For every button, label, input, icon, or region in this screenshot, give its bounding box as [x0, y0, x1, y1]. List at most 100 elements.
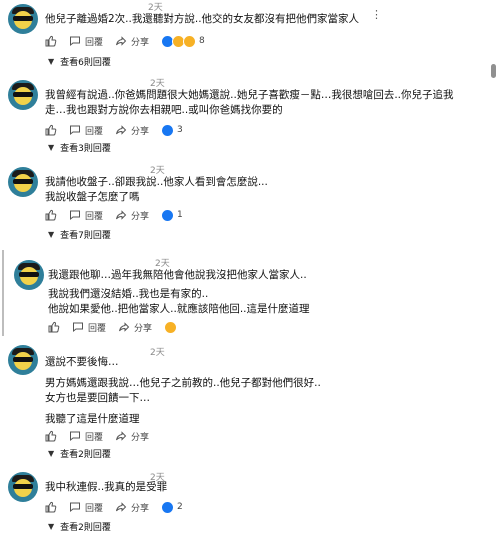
avatar[interactable]: [8, 4, 38, 34]
view-replies-label: 查看2則回覆: [60, 450, 111, 460]
share-icon: [116, 210, 127, 220]
comment-line: 我聽了這是什麼道理: [45, 413, 140, 425]
avatar[interactable]: [14, 260, 44, 290]
reaction-count: 3: [177, 125, 183, 135]
share-button[interactable]: 分享: [115, 35, 149, 48]
reply-button[interactable]: 回覆: [69, 35, 103, 48]
speech-bubble-icon: [70, 502, 80, 513]
avatar[interactable]: [8, 345, 38, 375]
share-icon: [116, 125, 127, 135]
speech-bubble-icon: [70, 36, 80, 47]
reply-button[interactable]: 回覆: [69, 124, 103, 137]
comment-text: 我中秋連假..我真的是受罪: [45, 480, 167, 495]
comment-line: 我還跟他聊…過年我無陪他會他說我沒把他家人當家人..: [48, 269, 307, 281]
reaction-summary[interactable]: 8: [161, 34, 205, 48]
comment-line: 還說不要後悔…: [45, 356, 119, 368]
share-label: 分享: [131, 37, 150, 48]
like-button[interactable]: [45, 209, 57, 221]
share-label: 分享: [131, 503, 150, 514]
comment-item: 2天 還說不要後悔… 男方媽媽還跟我說…他兒子之前教的..他兒子都對他們很好..…: [0, 343, 492, 463]
reply-button[interactable]: 回覆: [69, 209, 103, 222]
view-replies-button[interactable]: ▼ 查看7則回覆: [48, 228, 111, 241]
comment-line: 男方媽媽還跟我說…他兒子之前教的..他兒子都對他們很好..: [45, 377, 321, 389]
thumbs-up-icon: [45, 209, 57, 221]
comment-line: 我曾經有說過..你爸媽問題很大她媽還說..她兒子喜歡瘦－點…我很想嗆回去..你兒…: [45, 89, 454, 101]
reaction-summary[interactable]: [164, 320, 178, 334]
share-icon: [116, 502, 127, 512]
like-reaction-icon: [161, 208, 175, 222]
avatar[interactable]: [8, 80, 38, 110]
comment-text: 我請他收盤子..卻跟我說..他家人看到會怎麼說... 我說收盤子怎麼了嗎: [45, 175, 268, 205]
like-button[interactable]: [45, 430, 57, 442]
share-button[interactable]: 分享: [115, 501, 149, 514]
share-icon: [116, 36, 127, 46]
comment-line: 我說我們還沒結婚..我也是有家的..: [48, 288, 209, 300]
reaction-count: 8: [199, 36, 205, 46]
thumbs-up-icon: [45, 501, 57, 513]
share-label: 分享: [131, 432, 150, 443]
share-label: 分享: [131, 211, 150, 222]
comment-line: 他說如果愛他..把他當家人..就應該陪他回..這是什麼道理: [48, 303, 310, 315]
comment-line: 我請他收盤子..卻跟我說..他家人看到會怎麼說...: [45, 176, 268, 188]
reply-label: 回覆: [85, 503, 104, 514]
comment-line: 女方也是要回饋一下…: [45, 392, 150, 404]
share-button[interactable]: 分享: [115, 124, 149, 137]
comment-item: 2天 他兒子離過婚2次..我還聽對方說..他交的女友都沒有把他們家當家人 回覆 …: [0, 0, 492, 70]
haha-reaction-icon: [164, 320, 178, 334]
share-icon: [116, 431, 127, 441]
thumbs-up-icon: [45, 430, 57, 442]
reply-button[interactable]: 回覆: [69, 430, 103, 443]
share-label: 分享: [131, 126, 150, 137]
comment-item: 2天 我曾經有說過..你爸媽問題很大她媽還說..她兒子喜歡瘦－點…我很想嗆回去.…: [0, 76, 492, 154]
share-button[interactable]: 分享: [115, 430, 149, 443]
speech-bubble-icon: [70, 431, 80, 442]
reply-label: 回覆: [85, 37, 104, 48]
comment-text: 他兒子離過婚2次..我還聽對方說..他交的女友都沒有把他們家當家人: [45, 12, 359, 27]
like-reaction-icon: [161, 123, 175, 137]
view-replies-button[interactable]: ▼ 查看6則回覆: [48, 55, 111, 68]
comment-line: 我中秋連假..我真的是受罪: [45, 481, 168, 493]
reaction-summary[interactable]: 3: [161, 123, 183, 137]
view-replies-label: 查看2則回覆: [60, 523, 111, 533]
like-button[interactable]: [45, 124, 57, 136]
reaction-summary[interactable]: 1: [161, 208, 183, 222]
like-button[interactable]: [45, 501, 57, 513]
thumbs-up-icon: [48, 321, 60, 333]
view-replies-button[interactable]: ▼ 查看2則回覆: [48, 447, 111, 460]
comment-actions: 回覆 分享: [45, 428, 161, 444]
thumbs-up-icon: [45, 35, 57, 47]
view-replies-button[interactable]: ▼ 查看3則回覆: [48, 141, 111, 154]
reaction-summary[interactable]: 2: [161, 500, 183, 514]
share-icon: [119, 322, 130, 332]
reply-label: 回覆: [85, 126, 104, 137]
comment-item: 2天 我請他收盤子..卻跟我說..他家人看到會怎麼說... 我說收盤子怎麼了嗎 …: [0, 163, 492, 241]
share-button[interactable]: 分享: [118, 321, 152, 334]
comment-line: 走…我也跟對方說你去相親吧..或叫你爸媽找你要的: [45, 104, 283, 116]
chevron-down-icon: ▼: [48, 449, 55, 458]
reply-button[interactable]: 回覆: [72, 321, 106, 334]
comment-text: 還說不要後悔… 男方媽媽還跟我說…他兒子之前教的..他兒子都對他們很好.. 女方…: [45, 355, 321, 427]
comment-line: 他兒子離過婚2次..我還聽對方說..他交的女友都沒有把他們家當家人: [45, 13, 360, 25]
like-reaction-icon: [161, 500, 175, 514]
reply-label: 回覆: [85, 211, 104, 222]
comment-actions: 回覆 分享: [48, 319, 178, 335]
speech-bubble-icon: [70, 210, 80, 221]
comment-actions: 回覆 分享 1: [45, 207, 183, 223]
share-button[interactable]: 分享: [115, 209, 149, 222]
avatar[interactable]: [8, 472, 38, 502]
view-replies-label: 查看7則回覆: [60, 231, 111, 241]
comment-line: 我說收盤子怎麼了嗎: [45, 191, 140, 203]
like-button[interactable]: [45, 35, 57, 47]
chevron-down-icon: ▼: [48, 230, 55, 239]
reply-button[interactable]: 回覆: [69, 501, 103, 514]
reaction-count: 2: [177, 502, 183, 512]
like-button[interactable]: [48, 321, 60, 333]
avatar[interactable]: [8, 167, 38, 197]
comment-text: 我曾經有說過..你爸媽問題很大她媽還說..她兒子喜歡瘦－點…我很想嗆回去..你兒…: [45, 88, 454, 118]
view-replies-button[interactable]: ▼ 查看2則回覆: [48, 520, 111, 533]
reply-label: 回覆: [85, 432, 104, 443]
comment-actions: 回覆 分享 3: [45, 122, 183, 138]
share-label: 分享: [134, 323, 153, 334]
chevron-down-icon: ▼: [48, 522, 55, 531]
reply-label: 回覆: [88, 323, 107, 334]
